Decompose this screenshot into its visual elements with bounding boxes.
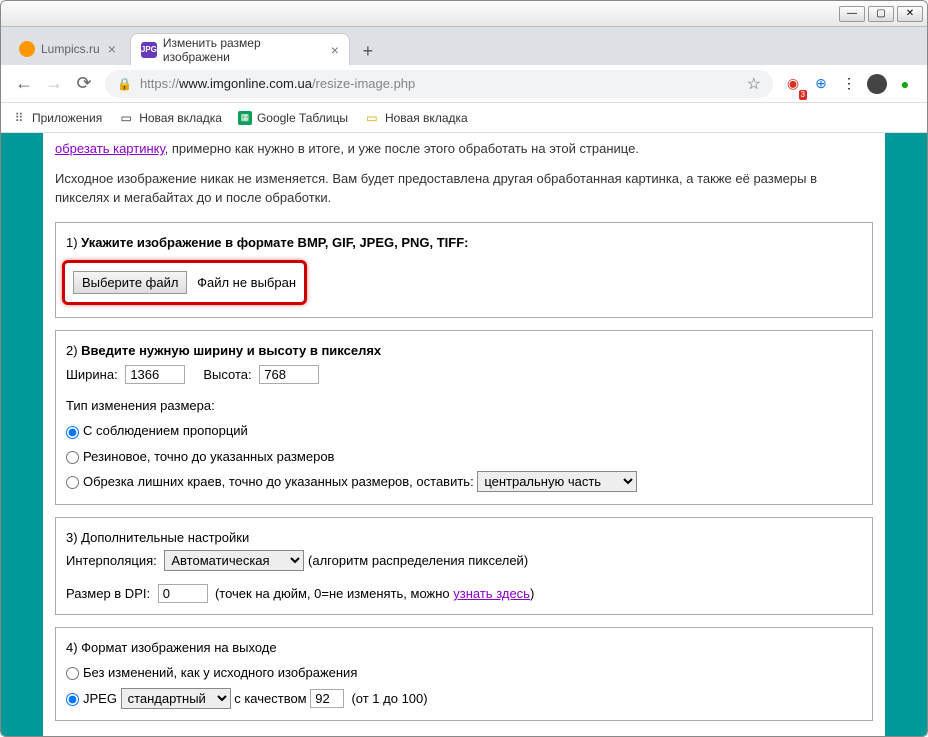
close-icon[interactable]: × (331, 42, 339, 58)
file-picker-highlight: Выберите файл Файл не выбран (62, 260, 307, 305)
tab-title: Lumpics.ru (41, 42, 100, 56)
dpi-input[interactable] (158, 584, 208, 603)
format-same-radio[interactable] (66, 667, 79, 680)
jpeg-type-select[interactable]: стандартный (121, 688, 231, 709)
file-status-text: Файл не выбран (197, 275, 296, 290)
url-scheme: https:// (140, 76, 179, 91)
crop-position-select[interactable]: центральную часть (477, 471, 637, 492)
forward-button[interactable]: → (39, 69, 69, 99)
extension-icon[interactable]: ● (891, 70, 919, 98)
height-label: Высота: (203, 367, 251, 382)
sheets-icon: ▦ (238, 111, 252, 125)
reload-button[interactable]: ⟳ (69, 69, 99, 99)
extension-area: ◉3 ⊕ ⋮ ● (779, 70, 919, 98)
favicon-lumpics (19, 41, 35, 57)
step-2-box: 2) Введите нужную ширину и высоту в пикс… (55, 330, 873, 504)
dpi-row: Размер в DPI: (точек на дюйм, 0=не измен… (66, 582, 862, 605)
bookmarks-bar: ⠿Приложения ▭Новая вкладка ▦Google Табли… (1, 103, 927, 133)
dpi-label: Размер в DPI: (66, 586, 150, 601)
page-icon: ▭ (118, 110, 134, 126)
address-bar[interactable]: 🔒 https://www.imgonline.com.ua/resize-im… (105, 70, 773, 98)
tab-lumpics[interactable]: Lumpics.ru × (9, 33, 126, 65)
avatar-icon[interactable] (863, 70, 891, 98)
url-path: /resize-image.php (312, 76, 415, 91)
close-icon[interactable]: × (108, 41, 116, 57)
step-4-heading: 4) Формат изображения на выходе (66, 636, 862, 659)
width-input[interactable] (125, 365, 185, 384)
step-3-box: 3) Дополнительные настройки Интерполяция… (55, 517, 873, 615)
menu-icon[interactable]: ⋮ (835, 70, 863, 98)
dimensions-row: Ширина: Высота: (66, 363, 862, 386)
page-content[interactable]: обрезать картинку, примерно как нужно в … (1, 133, 927, 737)
resize-stretch-radio[interactable] (66, 451, 79, 464)
step-1-heading: 1) Укажите изображение в формате BMP, GI… (66, 231, 862, 254)
step-1-box: 1) Укажите изображение в формате BMP, GI… (55, 222, 873, 319)
window-close-button[interactable]: ✕ (897, 6, 923, 22)
favicon-jpg: JPG (141, 42, 157, 58)
bookmark-item[interactable]: ▭Новая вкладка (364, 110, 468, 126)
dpi-help-link[interactable]: узнать здесь (453, 586, 530, 601)
step-3-heading: 3) Дополнительные настройки (66, 526, 862, 549)
back-button[interactable]: ← (9, 69, 39, 99)
interpolation-select[interactable]: Автоматическая (164, 550, 304, 571)
interpolation-note: (алгоритм распределения пикселей) (308, 553, 528, 568)
step-4-box: 4) Формат изображения на выходе Без изме… (55, 627, 873, 721)
choose-file-button[interactable]: Выберите файл (73, 271, 187, 294)
bookmark-apps[interactable]: ⠿Приложения (11, 110, 102, 126)
extension-icon[interactable]: ◉3 (779, 70, 807, 98)
tab-title: Изменить размер изображени (163, 36, 323, 64)
tab-imgonline[interactable]: JPG Изменить размер изображени × (130, 33, 350, 65)
lock-icon: 🔒 (117, 77, 132, 91)
tab-strip: Lumpics.ru × JPG Изменить размер изображ… (1, 27, 927, 65)
url-host: www.imgonline.com.ua (179, 76, 312, 91)
window-minimize-button[interactable]: — (839, 6, 865, 22)
new-tab-button[interactable]: + (354, 37, 382, 65)
bookmark-item[interactable]: ▭Новая вкладка (118, 110, 222, 126)
resize-crop-radio[interactable] (66, 476, 79, 489)
step-2-heading: 2) Введите нужную ширину и высоту в пикс… (66, 339, 862, 362)
intro-paragraph: Исходное изображение никак не изменяется… (55, 169, 873, 208)
apps-icon: ⠿ (11, 110, 27, 126)
toolbar: ← → ⟳ 🔒 https://www.imgonline.com.ua/res… (1, 65, 927, 103)
interpolation-row: Интерполяция: Автоматическая (алгоритм р… (66, 549, 862, 572)
window-titlebar: — ▢ ✕ (1, 1, 927, 27)
page-body: обрезать картинку, примерно как нужно в … (1, 133, 927, 737)
bookmark-star-icon[interactable]: ☆ (747, 74, 761, 94)
width-label: Ширина: (66, 367, 118, 382)
jpeg-quality-input[interactable] (310, 689, 344, 708)
page-icon: ▭ (364, 110, 380, 126)
resize-proportional-radio[interactable] (66, 426, 79, 439)
interpolation-label: Интерполяция: (66, 553, 157, 568)
intro-line-1: обрезать картинку, примерно как нужно в … (55, 139, 873, 159)
height-input[interactable] (259, 365, 319, 384)
format-jpeg-radio[interactable] (66, 693, 79, 706)
main-column: обрезать картинку, примерно как нужно в … (43, 133, 885, 737)
right-stripe (885, 133, 927, 737)
extension-badge: 3 (799, 90, 807, 100)
bookmark-item[interactable]: ▦Google Таблицы (238, 111, 348, 125)
browser-window: — ▢ ✕ Lumpics.ru × JPG Изменить размер и… (0, 0, 928, 737)
resize-type-label: Тип изменения размера: (66, 394, 862, 417)
crop-link[interactable]: обрезать картинку (55, 141, 165, 156)
window-maximize-button[interactable]: ▢ (868, 6, 894, 22)
left-stripe (1, 133, 43, 737)
extension-icon[interactable]: ⊕ (807, 70, 835, 98)
